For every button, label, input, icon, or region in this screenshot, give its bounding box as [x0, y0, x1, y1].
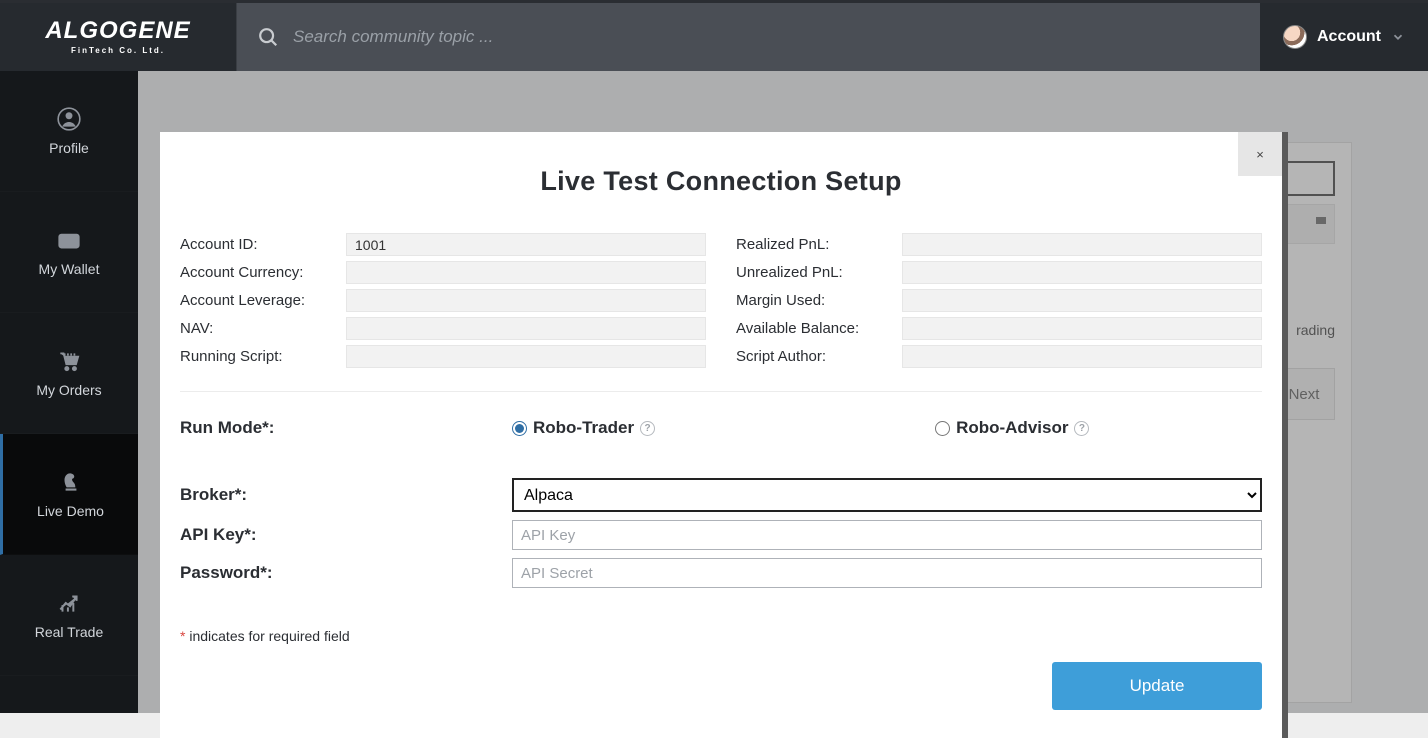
left-column: Account ID: 1001 Account Currency: Accou… — [180, 233, 706, 373]
help-icon[interactable]: ? — [640, 421, 655, 436]
robo-trader-radio[interactable]: Robo-Trader ? — [512, 418, 655, 438]
sidebar-item-label: My Wallet — [39, 261, 100, 277]
search-input[interactable] — [293, 27, 693, 47]
field-label: Available Balance: — [736, 320, 902, 337]
field-label: Account Leverage: — [180, 292, 346, 309]
realized-pnl-field[interactable] — [902, 233, 1262, 256]
run-mode-label: Run Mode*: — [180, 418, 512, 438]
connection-setup-modal: × Live Test Connection Setup Account ID:… — [160, 132, 1288, 738]
api-key-label: API Key*: — [180, 525, 512, 545]
field-label: Script Author: — [736, 348, 902, 365]
wallet-icon — [56, 227, 82, 253]
chevron-down-icon — [1391, 30, 1405, 44]
running-script-field[interactable] — [346, 345, 706, 368]
logo-main: ALGOGENE — [45, 19, 190, 43]
modal-title: Live Test Connection Setup — [160, 166, 1282, 197]
divider — [180, 391, 1262, 392]
account-currency-field[interactable] — [346, 261, 706, 284]
search-bar — [236, 3, 1260, 71]
broker-label: Broker*: — [180, 485, 512, 505]
field-label: Realized PnL: — [736, 236, 902, 253]
account-menu[interactable]: Account — [1260, 3, 1428, 71]
sidebar-item-profile[interactable]: Profile — [0, 71, 138, 192]
sidebar-item-orders[interactable]: My Orders — [0, 313, 138, 434]
close-button[interactable]: × — [1238, 132, 1282, 176]
required-note: * indicates for required field — [180, 628, 1262, 644]
field-label: Unrealized PnL: — [736, 264, 902, 281]
margin-used-field[interactable] — [902, 289, 1262, 312]
password-label: Password*: — [180, 563, 512, 583]
sidebar-item-label: Real Trade — [35, 624, 103, 640]
required-text: indicates for required field — [189, 628, 349, 644]
avatar — [1283, 25, 1307, 49]
user-icon — [56, 106, 82, 132]
cart-icon — [56, 348, 82, 374]
sidebar-item-real-trade[interactable]: Real Trade — [0, 555, 138, 676]
field-label: Running Script: — [180, 348, 346, 365]
sidebar-item-label: My Orders — [36, 382, 101, 398]
field-label: Account ID: — [180, 236, 346, 253]
chart-up-icon — [56, 590, 82, 616]
logo[interactable]: ALGOGENE FinTech Co. Ltd. — [0, 3, 236, 71]
radio-label: Robo-Trader — [533, 418, 634, 438]
sidebar-item-label: Live Demo — [37, 503, 104, 519]
sidebar: Profile My Wallet My Orders Live Demo Re… — [0, 71, 138, 713]
update-button[interactable]: Update — [1052, 662, 1262, 710]
run-mode-radio-group: Robo-Trader ? Robo-Advisor ? — [512, 418, 1262, 438]
api-key-input[interactable] — [512, 520, 1262, 550]
field-label: Account Currency: — [180, 264, 346, 281]
account-id-field[interactable]: 1001 — [346, 233, 706, 256]
account-label: Account — [1317, 28, 1381, 46]
close-icon: × — [1256, 147, 1264, 162]
help-icon[interactable]: ? — [1074, 421, 1089, 436]
unrealized-pnl-field[interactable] — [902, 261, 1262, 284]
topbar: ALGOGENE FinTech Co. Ltd. Account — [0, 0, 1428, 71]
broker-select[interactable]: Alpaca — [512, 478, 1262, 512]
robo-advisor-radio[interactable]: Robo-Advisor ? — [935, 418, 1089, 438]
radio-label: Robo-Advisor — [956, 418, 1068, 438]
account-leverage-field[interactable] — [346, 289, 706, 312]
radio-input[interactable] — [935, 421, 950, 436]
logo-tagline: FinTech Co. Ltd. — [71, 46, 165, 55]
script-author-field[interactable] — [902, 345, 1262, 368]
field-label: Margin Used: — [736, 292, 902, 309]
sidebar-item-label: Profile — [49, 140, 89, 156]
search-icon — [257, 26, 279, 48]
sidebar-item-wallet[interactable]: My Wallet — [0, 192, 138, 313]
chess-knight-icon — [58, 469, 84, 495]
field-label: NAV: — [180, 320, 346, 337]
radio-input[interactable] — [512, 421, 527, 436]
available-balance-field[interactable] — [902, 317, 1262, 340]
required-star: * — [180, 628, 185, 644]
sidebar-item-live-demo[interactable]: Live Demo — [0, 434, 138, 555]
right-column: Realized PnL: Unrealized PnL: Margin Use… — [736, 233, 1262, 373]
password-input[interactable] — [512, 558, 1262, 588]
nav-field[interactable] — [346, 317, 706, 340]
